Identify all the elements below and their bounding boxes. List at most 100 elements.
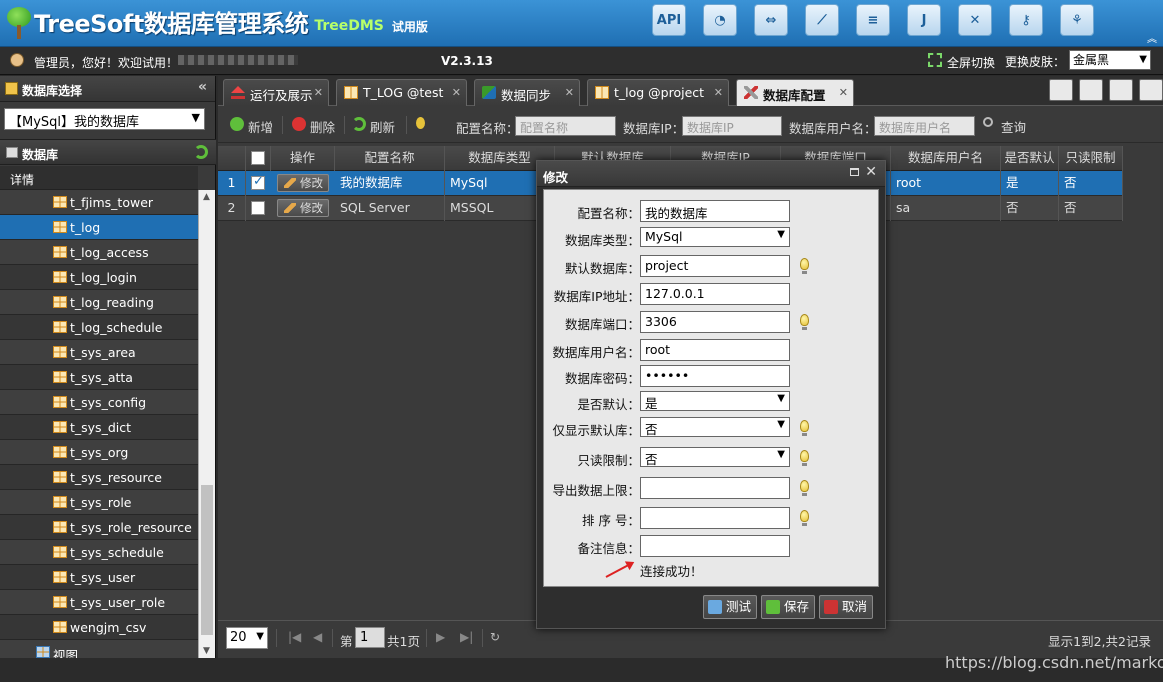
row-checkbox[interactable] (251, 174, 265, 190)
lightbulb-icon[interactable] (800, 510, 809, 526)
field-input[interactable]: •••••• (640, 365, 790, 387)
column-header[interactable]: 操作 (271, 146, 335, 171)
first-page-icon[interactable]: |◀ (288, 630, 301, 644)
tree-table-item[interactable]: t_sys_role_resource (0, 515, 198, 540)
lightbulb-icon[interactable] (800, 258, 809, 274)
tree-table-item[interactable]: wengjm_csv (0, 615, 198, 640)
delete-button[interactable]: 删除 (292, 117, 335, 136)
reload-icon[interactable]: ↻ (490, 630, 500, 644)
tree-view-node[interactable]: 视图 (0, 640, 198, 658)
field-select[interactable]: 是 ▼ (640, 391, 790, 411)
tree-table-item[interactable]: t_log (0, 215, 198, 240)
tree-table-item[interactable]: t_log_reading (0, 290, 198, 315)
column-header[interactable]: 数据库用户名 (891, 146, 1001, 171)
select-all-checkbox[interactable] (251, 151, 265, 165)
db-ip-input[interactable]: 数据库IP (682, 116, 782, 136)
field-input[interactable]: 3306 (640, 311, 790, 333)
tree-table-item[interactable]: t_sys_user (0, 565, 198, 590)
tree-table-item[interactable]: t_sys_role (0, 490, 198, 515)
field-select[interactable]: 否 ▼ (640, 447, 790, 467)
lightbulb-icon[interactable] (800, 314, 809, 330)
field-input[interactable] (640, 535, 790, 557)
tree-table-item[interactable]: t_log_login (0, 265, 198, 290)
edit-button[interactable]: 修改 (277, 174, 329, 192)
tree-table-item[interactable]: t_sys_config (0, 390, 198, 415)
scroll-up-icon[interactable]: ▲ (203, 192, 210, 202)
database-icon[interactable]: ≡ (856, 4, 890, 36)
fullscreen-icon[interactable] (1079, 79, 1103, 101)
page-size-select[interactable]: 20 ▼ (226, 627, 268, 649)
close-icon[interactable]: ✕ (865, 164, 877, 180)
database-select[interactable]: 【MySql】我的数据库 ▼ (4, 108, 205, 130)
prev-page-icon[interactable]: ◀ (313, 630, 322, 644)
tree-table-item[interactable]: t_sys_user_role (0, 590, 198, 615)
tab-tlog-project[interactable]: t_log @project ✕ (587, 79, 729, 106)
edit-button[interactable]: 修改 (277, 199, 329, 217)
key-icon[interactable]: ⚷ (1009, 4, 1043, 36)
close-icon[interactable]: ✕ (565, 86, 574, 99)
field-input[interactable]: 我的数据库 (640, 200, 790, 222)
tree-table-item[interactable]: t_sys_atta (0, 365, 198, 390)
cancel-button[interactable]: 取消 (819, 595, 874, 619)
tree-table-item[interactable]: t_sys_resource (0, 465, 198, 490)
clock-icon[interactable]: ◔ (703, 4, 737, 36)
tab-data-sync[interactable]: 数据同步 ✕ (474, 79, 580, 106)
scroll-down-icon[interactable]: ▼ (203, 646, 210, 656)
api-icon[interactable]: API (652, 4, 686, 36)
save-button[interactable]: 保存 (761, 595, 816, 619)
config-name-input[interactable]: 配置名称 (515, 116, 616, 136)
test-button[interactable]: 测试 (703, 595, 758, 619)
tools-icon[interactable]: ✕ (958, 4, 992, 36)
tree-scrollbar[interactable]: ▲ ▼ (198, 190, 215, 658)
tree-table-item[interactable]: t_sys_area (0, 340, 198, 365)
fullscreen-icon[interactable] (928, 53, 942, 67)
tab-db-config[interactable]: 数据库配置 ✕ (736, 79, 854, 106)
close-icon[interactable]: ✕ (452, 86, 461, 99)
tab-run-display[interactable]: 运行及展示 ✕ (223, 79, 329, 106)
home-icon[interactable] (1049, 79, 1073, 101)
field-input[interactable]: project (640, 255, 790, 277)
detail-node[interactable]: 详情 (0, 166, 198, 190)
tree-table-item[interactable]: t_log_schedule (0, 315, 198, 340)
last-page-icon[interactable]: ▶| (460, 630, 473, 644)
tree-table-item[interactable]: t_fjims_tower (0, 190, 198, 215)
fullscreen-toggle[interactable]: 全屏切换 (947, 54, 995, 71)
field-input[interactable] (640, 507, 790, 529)
search-button[interactable]: 查询 (983, 117, 1026, 136)
column-header[interactable]: 是否默认 (1001, 146, 1059, 171)
maximize-icon[interactable] (850, 168, 859, 176)
field-input[interactable]: 127.0.0.1 (640, 283, 790, 305)
db-user-input[interactable]: 数据库用户名 (874, 116, 975, 136)
refresh-button[interactable]: 刷新 (352, 117, 395, 136)
window-icon[interactable] (1139, 79, 1163, 101)
lightbulb-icon[interactable] (800, 450, 809, 466)
close-icon[interactable]: ✕ (714, 86, 723, 99)
select-all-cell[interactable] (246, 146, 271, 171)
tree-table-item[interactable]: t_sys_org (0, 440, 198, 465)
tree-table-item[interactable]: t_log_access (0, 240, 198, 265)
field-select[interactable]: 否 ▼ (640, 417, 790, 437)
sync-arrows-icon[interactable]: ⇔ (754, 4, 788, 36)
lightbulb-icon[interactable] (800, 480, 809, 496)
refresh-icon[interactable] (1109, 79, 1133, 101)
lightbulb-icon[interactable] (800, 420, 809, 436)
user-run-icon[interactable]: ⚘ (1060, 4, 1094, 36)
tree-table-item[interactable]: t_sys_schedule (0, 540, 198, 565)
scroll-thumb[interactable] (201, 485, 213, 635)
page-number-input[interactable]: 1 (355, 627, 385, 648)
refresh-icon[interactable] (194, 145, 208, 159)
add-button[interactable]: 新增 (230, 117, 273, 136)
skin-select[interactable]: 金属黑 ▼ (1069, 50, 1151, 70)
tree-table-item[interactable]: t_sys_dict (0, 415, 198, 440)
j-icon[interactable]: J (907, 4, 941, 36)
field-select[interactable]: MySql ▼ (640, 227, 790, 247)
row-checkbox[interactable] (251, 201, 265, 215)
field-input[interactable] (640, 477, 790, 499)
collapse-left-icon[interactable]: « (198, 79, 207, 95)
close-icon[interactable]: ✕ (314, 86, 323, 99)
next-page-icon[interactable]: ▶ (436, 630, 445, 644)
chart-icon[interactable]: ⟋ (805, 4, 839, 36)
field-input[interactable]: root (640, 339, 790, 361)
column-header[interactable]: 配置名称 (335, 146, 445, 171)
tab-tlog-test[interactable]: T_LOG @test ✕ (336, 79, 467, 106)
